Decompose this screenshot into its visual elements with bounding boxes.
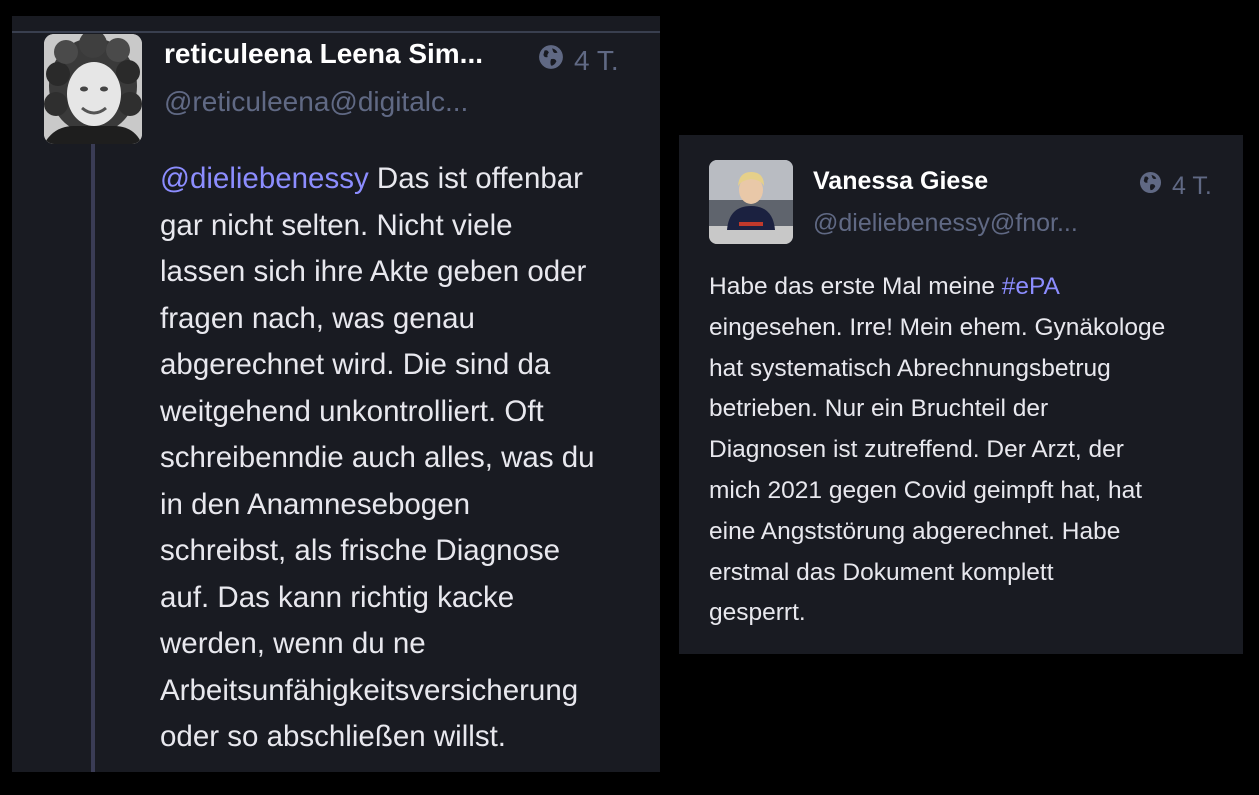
display-name[interactable]: reticuleena Leena Sim... — [164, 38, 504, 70]
post-content: @dieliebenessy Das ist offenbar gar nich… — [160, 156, 640, 761]
thread-line — [91, 136, 95, 772]
content-line: weitgehend unkontrolliert. Oft — [160, 394, 544, 428]
content-line: gesperrt. — [709, 599, 806, 627]
content-line: schreibst, als frische Diagnose — [160, 534, 561, 567]
post-meta: 4 T. — [538, 44, 619, 77]
account-handle[interactable]: @dieliebenessy@fnor... — [813, 209, 1078, 238]
content-line: Diagnosen ist zutreffend. Der Arzt, der — [709, 436, 1124, 464]
content-text: Habe das erste Mal meine — [709, 273, 1002, 300]
content-line: hat systematisch Abrechnungsbetrug — [709, 354, 1111, 382]
content-line: Arbeitsunfähigkeitsversicherung — [160, 673, 579, 707]
display-name[interactable]: Vanessa Giese — [813, 167, 988, 196]
post-content: Habe das erste Mal meine #ePA eingesehen… — [709, 267, 1229, 634]
account-handle[interactable]: @reticuleena@digitalc... — [164, 86, 468, 118]
content-line: @dieliebenessy Das ist offenbar — [160, 156, 640, 203]
avatar-image — [44, 34, 142, 144]
hashtag-link[interactable]: #ePA — [1002, 273, 1060, 300]
post-meta: 4 T. — [1139, 171, 1212, 201]
content-line: schreibenndie auch alles, was du — [160, 441, 595, 474]
globe-icon — [538, 44, 564, 77]
content-line: mich 2021 gegen Covid geimpft hat, hat — [709, 476, 1143, 504]
avatar[interactable] — [709, 160, 793, 244]
content-line: auf. Das kann richtig kacke — [160, 580, 515, 614]
content-line: eine Angststörung abgerechnet. Habe — [709, 517, 1121, 545]
content-line: werden, wenn du ne — [160, 627, 426, 660]
content-line: in den Anamnesebogen — [160, 487, 471, 521]
post-time[interactable]: 4 T. — [574, 45, 619, 77]
avatar[interactable] — [44, 34, 142, 144]
content-line: erstmal das Dokument komplett — [709, 558, 1054, 586]
content-line: gar nicht selten. Nicht viele — [160, 208, 513, 242]
content-line: fragen nach, was genau — [160, 301, 475, 335]
reply-post-card[interactable]: reticuleena Leena Sim... @reticuleena@di… — [12, 16, 660, 772]
content-line: eingesehen. Irre! Mein ehem. Gynäkologe — [709, 313, 1166, 341]
content-line: abgerechnet wird. Die sind da — [160, 348, 551, 381]
content-line: betrieben. Nur ein Bruchteil der — [709, 395, 1049, 423]
original-post-card[interactable]: Vanessa Giese @dieliebenessy@fnor... 4 T… — [679, 135, 1243, 654]
content-line: Habe das erste Mal meine #ePA — [709, 267, 1229, 308]
content-line: oder so abschließen willst. — [160, 720, 506, 753]
screenshot-canvas: reticuleena Leena Sim... @reticuleena@di… — [0, 0, 1259, 795]
content-text: Das ist offenbar — [368, 162, 583, 195]
divider — [12, 31, 660, 33]
content-line: lassen sich ihre Akte geben oder — [160, 255, 587, 288]
mention-link[interactable]: @dieliebenessy — [160, 162, 369, 195]
avatar-image — [709, 160, 793, 244]
post-time[interactable]: 4 T. — [1172, 172, 1212, 201]
globe-icon — [1139, 171, 1162, 201]
